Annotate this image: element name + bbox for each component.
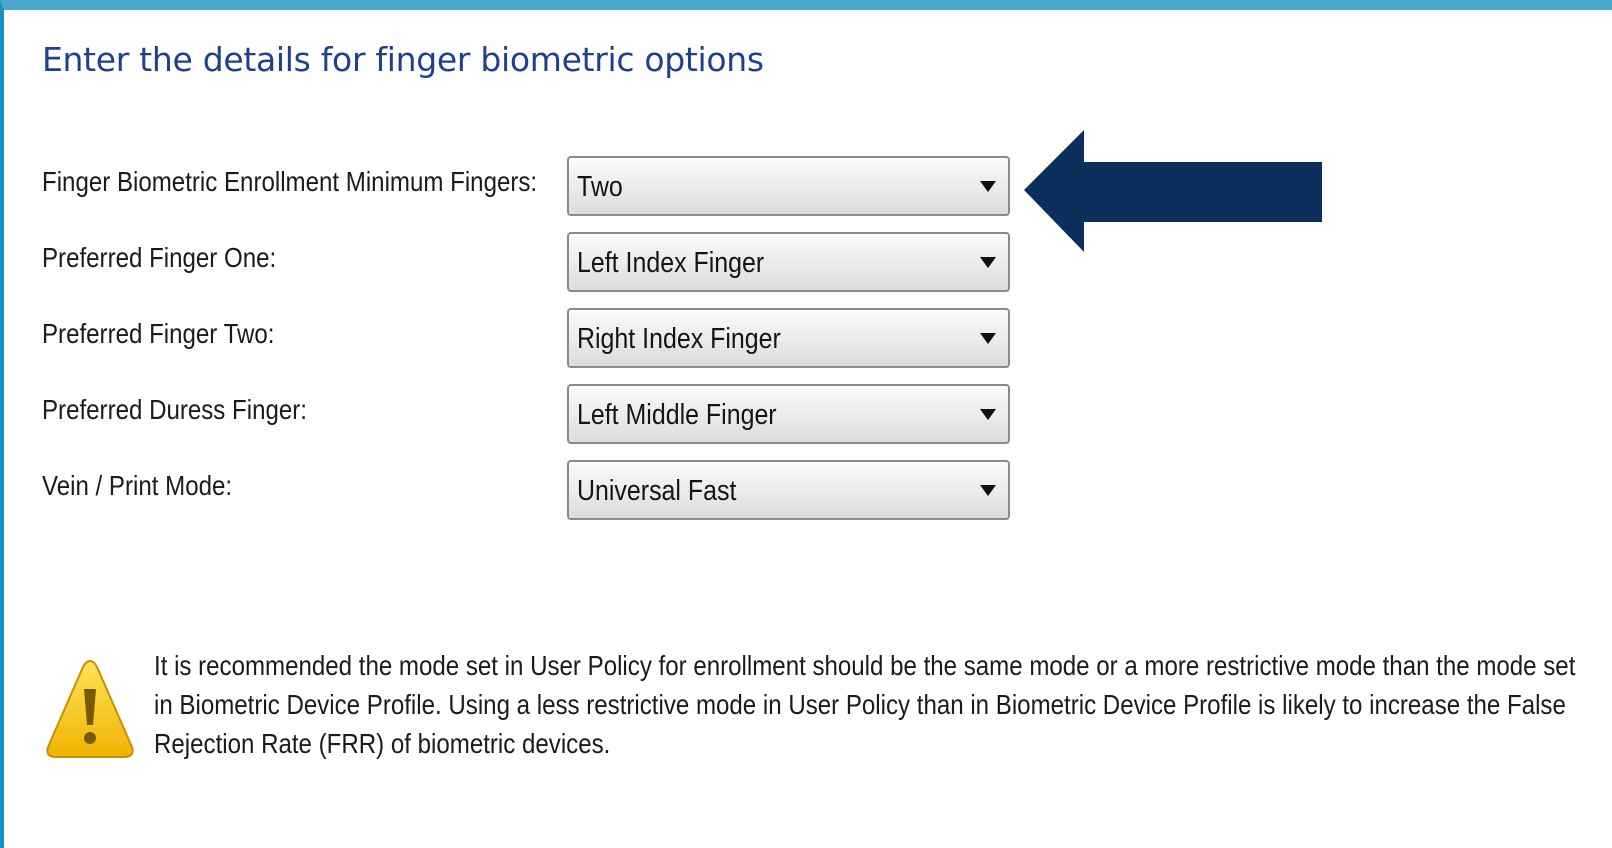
label-preferred-finger-two: Preferred Finger Two: bbox=[42, 318, 275, 349]
label-vein-print-mode: Vein / Print Mode: bbox=[42, 470, 233, 501]
label-preferred-duress-finger: Preferred Duress Finger: bbox=[42, 394, 307, 425]
vein-print-mode-dropdown[interactable]: Universal Fast bbox=[567, 460, 1010, 520]
chevron-down-icon bbox=[980, 257, 996, 268]
warning-message: It is recommended the mode set in User P… bbox=[154, 646, 1575, 763]
preferred-duress-finger-value: Left Middle Finger bbox=[577, 399, 777, 431]
preferred-finger-two-dropdown[interactable]: Right Index Finger bbox=[567, 308, 1010, 368]
preferred-finger-one-dropdown[interactable]: Left Index Finger bbox=[567, 232, 1010, 292]
vein-print-mode-value: Universal Fast bbox=[577, 475, 737, 507]
warning-triangle-icon bbox=[46, 659, 134, 758]
chevron-down-icon bbox=[980, 333, 996, 344]
page-title: Enter the details for finger biometric o… bbox=[42, 40, 764, 79]
preferred-finger-two-value: Right Index Finger bbox=[577, 323, 781, 355]
warning-text: It is recommended the mode set in User P… bbox=[154, 650, 1576, 759]
callout-arrow-icon bbox=[1024, 130, 1322, 252]
chevron-down-icon bbox=[980, 409, 996, 420]
label-minimum-fingers: Finger Biometric Enrollment Minimum Fing… bbox=[42, 166, 538, 197]
preferred-finger-one-value: Left Index Finger bbox=[577, 247, 765, 279]
label-preferred-finger-one: Preferred Finger One: bbox=[42, 242, 277, 273]
minimum-fingers-value: Two bbox=[577, 171, 623, 203]
chevron-down-icon bbox=[980, 181, 996, 192]
window-frame: Enter the details for finger biometric o… bbox=[0, 0, 1612, 848]
preferred-duress-finger-dropdown[interactable]: Left Middle Finger bbox=[567, 384, 1010, 444]
minimum-fingers-dropdown[interactable]: Two bbox=[567, 156, 1010, 216]
chevron-down-icon bbox=[980, 485, 996, 496]
